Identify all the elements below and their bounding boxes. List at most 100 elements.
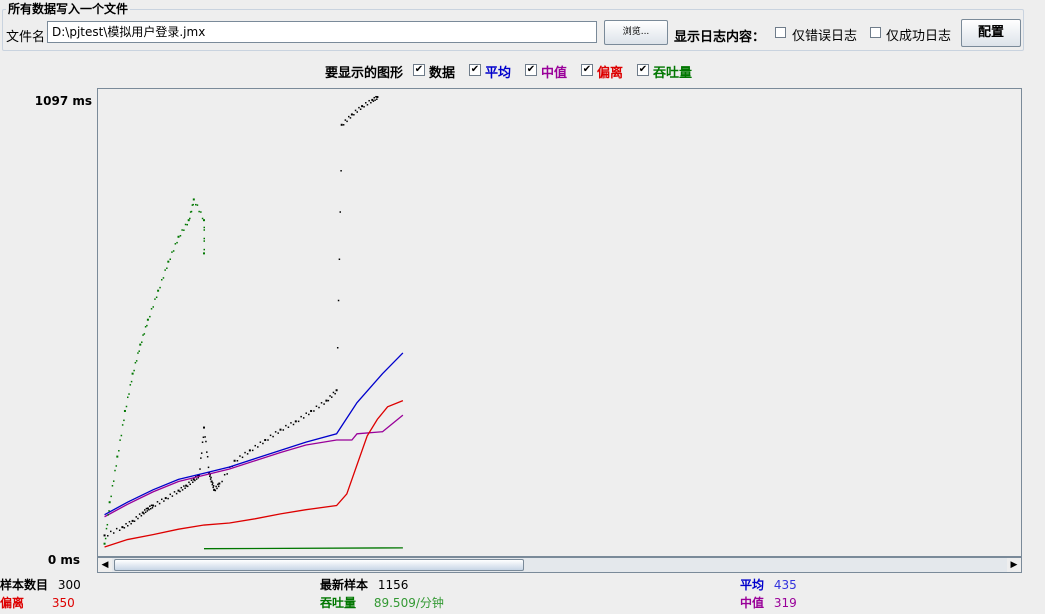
series-0-point — [272, 435, 274, 438]
series-4-point — [201, 217, 204, 220]
series-0-point — [146, 510, 149, 512]
browse-button[interactable]: 浏览... — [604, 20, 668, 45]
series-0-point — [287, 426, 290, 428]
series-0-point — [305, 412, 307, 414]
series-0-point — [254, 444, 256, 447]
series-4-point — [138, 350, 140, 352]
series-0-point — [185, 484, 188, 487]
series-0-point — [346, 120, 348, 123]
series-2-line — [104, 414, 404, 518]
series-0-point — [344, 119, 347, 121]
series-4-point — [183, 229, 185, 231]
filename-input[interactable]: D:\pjtest\模拟用户登录.jmx — [47, 21, 597, 43]
legend-checkbox-deviation[interactable]: ✔ — [581, 64, 593, 76]
series-4-point — [123, 419, 125, 422]
series-4-point — [189, 217, 191, 220]
series-0-point — [161, 498, 163, 501]
series-0-point — [128, 520, 131, 523]
series-0-point — [209, 475, 211, 478]
series-4-point — [104, 537, 107, 540]
series-4-point — [130, 380, 133, 383]
series-0-point — [348, 115, 350, 118]
series-0-point — [210, 480, 213, 483]
series-0-point — [262, 442, 264, 445]
series-4-point — [112, 480, 115, 482]
series-0-point — [204, 436, 206, 438]
series-4-point — [108, 510, 110, 512]
series-4-point — [203, 229, 205, 231]
series-4-point — [184, 223, 187, 226]
series-0-point — [353, 114, 355, 116]
series-0-point — [154, 505, 157, 507]
series-4-point — [116, 455, 119, 458]
series-0-point — [259, 441, 262, 443]
legend-prompt: 要显示的图形 — [325, 66, 404, 81]
series-4-point — [192, 198, 195, 201]
series-4-point — [118, 449, 120, 452]
series-0-point — [337, 299, 340, 302]
series-0-point — [143, 512, 145, 515]
series-0-point — [368, 99, 370, 102]
series-4-point — [155, 296, 158, 299]
legend-checkbox-average[interactable]: ✔ — [469, 64, 481, 76]
config-button[interactable]: 配置 — [961, 19, 1021, 47]
series-0-point — [133, 520, 136, 523]
series-0-point — [110, 530, 112, 533]
legend-checkbox-data[interactable]: ✔ — [413, 64, 425, 76]
log-display-label: 显示日志内容： — [674, 30, 766, 45]
series-0-point — [186, 485, 189, 488]
legend-label-median: 中值 — [541, 66, 568, 81]
series-0-point — [203, 426, 205, 429]
series-0-point — [181, 489, 184, 491]
series-0-point — [376, 98, 378, 100]
series-0-point — [349, 117, 352, 119]
series-4-point — [115, 465, 118, 467]
series-0-point — [323, 403, 325, 405]
stat-samples-label: 样本数目 — [0, 578, 49, 592]
series-0-point — [285, 424, 287, 427]
series-0-point — [121, 526, 124, 529]
scroll-left-arrow-icon[interactable]: ◀ — [98, 558, 112, 572]
scroll-thumb[interactable] — [114, 559, 524, 571]
errors-only-checkbox[interactable] — [775, 27, 786, 38]
series-0-point — [192, 481, 194, 483]
scroll-right-arrow-icon[interactable]: ▶ — [1007, 558, 1021, 572]
series-0-point — [315, 405, 318, 408]
stat-latest-label: 最新样本 — [320, 578, 369, 592]
series-0-point — [217, 485, 220, 488]
graph-canvas — [103, 95, 404, 550]
series-4-point — [134, 361, 137, 364]
series-0-point — [206, 455, 209, 458]
series-0-point — [199, 468, 201, 470]
series-4-point — [121, 424, 124, 426]
series-0-point — [267, 439, 269, 441]
legend-checkbox-throughput[interactable]: ✔ — [637, 64, 649, 76]
series-4-point — [190, 210, 193, 213]
series-0-point — [177, 489, 180, 492]
series-0-point — [144, 509, 146, 511]
series-0-point — [130, 522, 132, 525]
stat-median-label: 中值 — [740, 596, 765, 610]
series-4-point — [179, 235, 182, 237]
stat-deviation-label: 偏离 — [0, 596, 25, 610]
series-0-point — [180, 486, 183, 489]
series-0-point — [210, 476, 212, 479]
series-0-point — [169, 493, 171, 496]
series-0-point — [325, 399, 328, 402]
y-axis-min-label: 0 ms — [47, 553, 80, 567]
series-0-point — [246, 453, 249, 455]
series-0-point — [211, 483, 214, 486]
series-0-point — [118, 529, 121, 531]
series-0-point — [363, 106, 365, 108]
series-4-point — [159, 286, 161, 289]
horizontal-scrollbar[interactable]: ◀ ▶ — [97, 557, 1022, 573]
series-0-point — [358, 106, 360, 109]
legend-checkbox-median[interactable]: ✔ — [525, 64, 537, 76]
series-0-point — [354, 109, 357, 112]
series-4-point — [111, 485, 114, 487]
success-only-checkbox[interactable] — [870, 27, 881, 38]
legend-label-deviation: 偏离 — [597, 66, 624, 81]
series-0-point — [335, 389, 338, 392]
series-0-point — [339, 211, 341, 213]
series-0-point — [340, 170, 342, 172]
